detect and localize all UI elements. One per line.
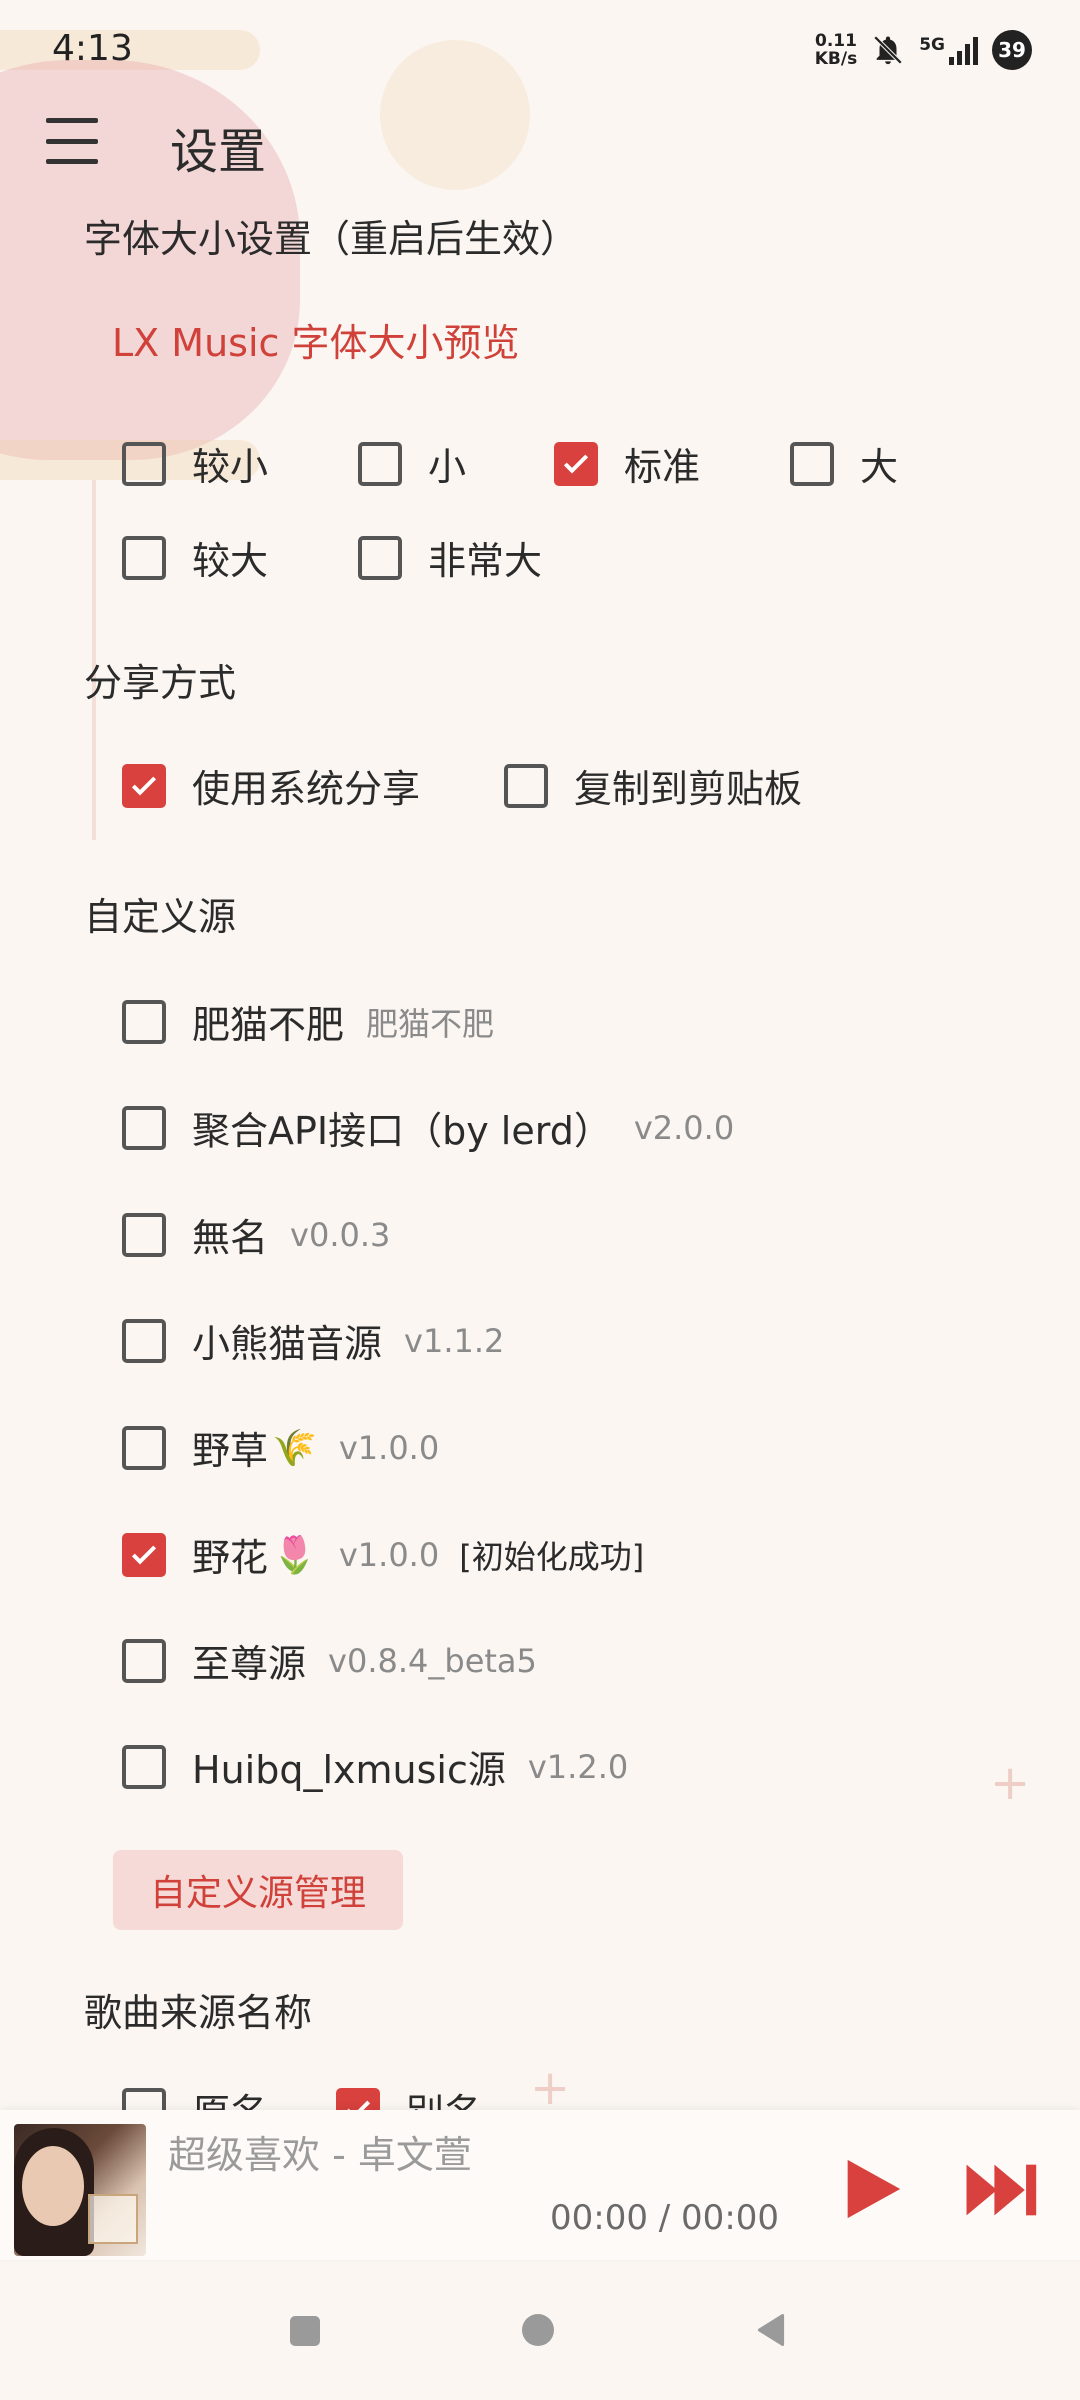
- source-name: 野花: [192, 1536, 269, 1580]
- font-size-option-smaller[interactable]: 较小: [122, 436, 268, 491]
- checkbox[interactable]: [122, 763, 166, 808]
- font-size-option-standard[interactable]: 标准: [554, 436, 700, 491]
- source-status: [初始化成功]: [459, 1537, 645, 1576]
- source-version: v1.1.2: [404, 1321, 505, 1360]
- font-size-option-very-large[interactable]: 非常大: [358, 530, 542, 585]
- settings-screen: + + 4:13 0.11 KB/s 5G 39 设置 字体大小设置（重启后生效…: [0, 0, 1080, 2400]
- checkbox[interactable]: [122, 1532, 166, 1577]
- checkbox[interactable]: [122, 1318, 166, 1363]
- font-size-section-title: 字体大小设置（重启后生效）: [84, 217, 579, 261]
- song-source-name-section-title: 歌曲来源名称: [84, 1991, 313, 2035]
- source-version: v0.8.4_beta5: [328, 1641, 537, 1680]
- song-time: 00:00 / 00:00: [550, 2198, 780, 2238]
- player-bar[interactable]: 超级喜欢 - 卓文萱 00:00 / 00:00: [0, 2110, 1080, 2260]
- custom-source-item[interactable]: Huibq_lxmusic源 v1.2.0: [122, 1739, 628, 1794]
- custom-source-item[interactable]: 野花 🌷 v1.0.0 [初始化成功]: [122, 1527, 644, 1582]
- checkbox[interactable]: [122, 1105, 166, 1150]
- sparkle-decoration: +: [990, 1755, 1031, 1811]
- source-name: 肥猫不肥: [192, 1003, 345, 1047]
- album-cover[interactable]: [14, 2124, 146, 2256]
- checkbox[interactable]: [122, 1638, 166, 1683]
- source-name: 小熊猫音源: [192, 1322, 383, 1366]
- tulip-emoji-icon: 🌷: [272, 1534, 317, 1576]
- recent-apps-button[interactable]: [290, 2316, 320, 2346]
- wheat-emoji-icon: 🌾: [272, 1427, 317, 1469]
- font-size-preview: LX Music 字体大小预览: [112, 321, 520, 365]
- checkbox[interactable]: [122, 1744, 166, 1789]
- share-section-title: 分享方式: [84, 661, 237, 705]
- menu-icon[interactable]: [46, 118, 98, 164]
- checkbox[interactable]: [790, 441, 834, 486]
- source-name: 野草: [192, 1429, 269, 1473]
- battery-indicator: 39: [992, 30, 1032, 70]
- checkbox[interactable]: [358, 441, 402, 486]
- status-icons: 0.11 KB/s 5G 39: [815, 30, 1032, 70]
- checkbox[interactable]: [122, 1212, 166, 1257]
- custom-source-item[interactable]: 至尊源 v0.8.4_beta5: [122, 1633, 537, 1688]
- checkbox[interactable]: [554, 441, 598, 486]
- net-speed: 0.11 KB/s: [814, 31, 858, 69]
- custom-source-item[interactable]: 小熊猫音源 v1.1.2: [122, 1313, 504, 1368]
- sparkle-decoration: +: [530, 2060, 571, 2116]
- custom-source-manage-button[interactable]: 自定义源管理: [113, 1850, 403, 1930]
- font-size-option-small[interactable]: 小: [358, 436, 466, 491]
- source-name: 聚合API接口（by lerd）: [192, 1109, 612, 1153]
- source-version: v1.0.0: [338, 1428, 440, 1467]
- source-version: v1.2.0: [527, 1747, 629, 1786]
- next-track-icon[interactable]: [964, 2162, 1040, 2218]
- signal-bars-icon: [949, 35, 978, 65]
- share-option-system[interactable]: 使用系统分享: [122, 758, 420, 813]
- checkbox[interactable]: [122, 1425, 166, 1470]
- source-version: v1.0.0: [338, 1535, 440, 1574]
- home-button[interactable]: [522, 2314, 554, 2346]
- custom-source-item[interactable]: 野草 🌾 v1.0.0: [122, 1420, 439, 1475]
- share-option-clipboard[interactable]: 复制到剪贴板: [504, 758, 802, 813]
- checkbox[interactable]: [122, 535, 166, 580]
- source-name: 無名: [192, 1216, 269, 1260]
- font-size-option-larger[interactable]: 较大: [122, 530, 268, 585]
- checkbox[interactable]: [358, 535, 402, 580]
- custom-source-section-title: 自定义源: [84, 895, 237, 939]
- status-time: 4:13: [52, 28, 133, 69]
- source-name: Huibq_lxmusic源: [192, 1748, 506, 1792]
- custom-source-item[interactable]: 聚合API接口（by lerd） v2.0.0: [122, 1100, 734, 1155]
- status-bar: 4:13 0.11 KB/s 5G 39: [0, 0, 1080, 100]
- page-title: 设置: [170, 124, 267, 180]
- source-name: 至尊源: [192, 1642, 307, 1686]
- checkbox[interactable]: [122, 999, 166, 1044]
- back-icon[interactable]: [756, 2314, 786, 2346]
- mute-bell-icon: [873, 35, 903, 65]
- checkbox[interactable]: [504, 763, 548, 808]
- source-version: v2.0.0: [633, 1108, 735, 1147]
- custom-source-item[interactable]: 無名 v0.0.3: [122, 1207, 390, 1262]
- cell-signal: 5G: [919, 35, 978, 65]
- font-size-option-large[interactable]: 大: [790, 436, 898, 491]
- checkbox[interactable]: [122, 441, 166, 486]
- system-navigation-bar: [0, 2270, 1080, 2400]
- source-version: v0.0.3: [290, 1215, 391, 1254]
- play-icon[interactable]: [836, 2154, 906, 2224]
- custom-source-item[interactable]: 肥猫不肥 肥猫不肥: [122, 994, 494, 1049]
- source-version: 肥猫不肥: [366, 1004, 495, 1043]
- song-title: 超级喜欢 - 卓文萱: [168, 2133, 472, 2177]
